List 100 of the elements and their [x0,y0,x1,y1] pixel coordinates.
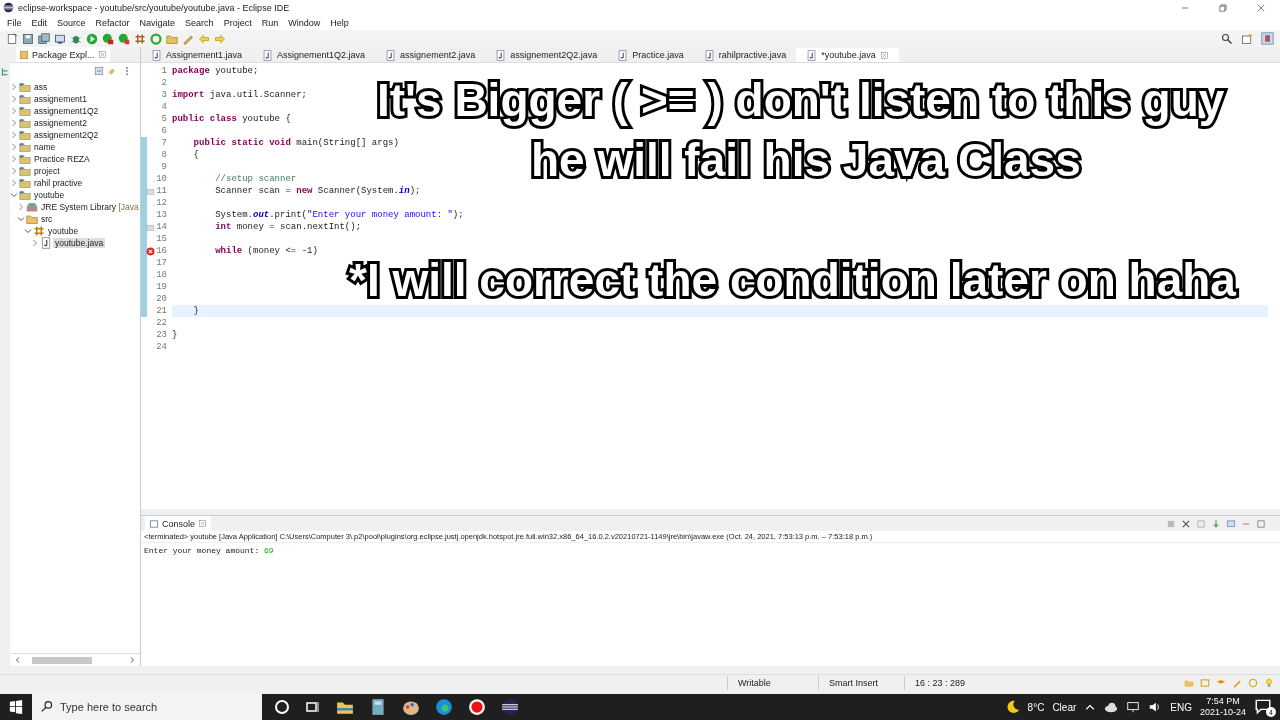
coverage-icon[interactable] [102,32,114,45]
scroll-left-icon[interactable] [14,656,22,664]
close-icon[interactable] [97,50,107,59]
menu-item[interactable]: Search [180,17,219,28]
status-field: Smart Insert [818,676,904,690]
project-folder-icon [19,177,31,189]
java-file-icon [262,49,274,61]
project-folder-icon [19,93,31,105]
network-icon[interactable] [1126,700,1141,714]
arrow-left-icon[interactable] [198,32,210,45]
project-folder-icon [19,141,31,153]
task-view-icon[interactable] [305,699,321,715]
editor-tab[interactable]: Assignement1Q2.java [252,48,376,62]
menu-item[interactable]: Help [325,17,354,28]
menu-item[interactable]: Window [283,17,326,28]
code-line: import java.util.Scanner; [172,90,308,100]
scroll-right-icon[interactable] [128,656,136,664]
editor-tab[interactable]: Practice.java [607,48,694,62]
pencil-icon[interactable] [1232,678,1242,688]
restore-icon[interactable] [1218,2,1228,13]
clock-date[interactable]: 2021-10-24 [1199,707,1246,718]
menu-item[interactable]: Run [256,17,284,28]
tree-item[interactable]: Practice REZA [32,154,92,164]
temperature[interactable]: 8°C [1027,701,1045,713]
moon-icon[interactable] [1005,700,1020,714]
tree-item[interactable]: assignement1Q2 [32,106,101,116]
search-field[interactable]: Type here to search [32,694,262,720]
menu-item[interactable]: File [2,17,27,28]
menu-item[interactable]: Project [218,17,257,28]
tree-item[interactable]: project [32,166,62,176]
line-number: 7 [161,138,167,148]
pin-icon[interactable] [1211,518,1221,529]
stop-icon[interactable] [1166,518,1176,529]
collapse-all-icon[interactable] [94,66,104,76]
code-line: while (money <= -1) [214,246,318,256]
menu-item[interactable]: Refactor [90,17,135,28]
tree-item[interactable]: youtube [46,226,81,236]
circle-icon[interactable] [274,699,290,715]
calculator-icon[interactable] [369,698,387,716]
editor-tab[interactable]: assignement2.java [375,48,486,62]
windows-logo-icon[interactable] [9,700,23,714]
notification-icon[interactable] [1254,697,1272,715]
line-number: 10 [156,174,167,184]
record-icon[interactable] [468,698,486,716]
save-all-icon[interactable] [38,32,50,45]
search-icon[interactable] [1221,32,1233,45]
tree-item[interactable]: name [32,142,58,152]
close-icon[interactable] [1256,2,1266,13]
editor-tab[interactable]: *youtube.java [796,48,899,62]
clock-time[interactable]: 7:54 PM [1206,696,1240,707]
video-caption: he will fail his Java Class [531,133,1081,187]
palette-icon[interactable] [402,698,420,716]
editor-tab[interactable]: rahilpractive.java [693,48,797,62]
maximize-icon[interactable] [1256,518,1266,529]
project-folder-icon [19,117,31,129]
external-run-icon[interactable] [118,32,130,45]
tree-item[interactable]: ass [32,82,50,92]
line-number: 14 [156,222,167,232]
language-indicator[interactable]: ENG [1170,701,1192,713]
arrow-right-icon[interactable] [214,32,226,45]
line-number: 23 [156,330,167,340]
java-file-icon [703,49,715,61]
bulb-icon[interactable] [1264,678,1274,688]
weather[interactable]: Clear [1052,701,1077,713]
terminal-icon[interactable] [54,32,66,45]
tree-item[interactable]: assignement2Q2 [32,130,101,140]
scrollbar-thumb[interactable] [32,656,92,664]
tree-item[interactable]: youtube [32,190,67,200]
browser-icon[interactable] [435,698,453,716]
code-line: package youtube; [172,66,259,76]
line-number: 20 [156,294,167,304]
code-line: public class youtube { [172,114,291,124]
play-icon[interactable] [86,32,98,45]
refresh-icon[interactable] [150,32,162,45]
menu-item[interactable]: Navigate [134,17,181,28]
editor-tab[interactable]: assignement2Q2.java [485,48,608,62]
hierarchy-icon[interactable] [0,67,10,77]
close-icon[interactable] [879,50,889,60]
tree-item[interactable]: rahil practive [32,178,85,188]
tree-item[interactable]: JRE System Library [Java [39,202,140,212]
java-perspective-icon[interactable] [1261,32,1274,45]
code-line: Scanner scan = new Scanner(System.in); [214,186,421,196]
cloud-icon[interactable] [1104,700,1119,714]
source-folder-icon [26,213,38,225]
tree-item[interactable]: assignement1 [32,94,89,104]
new-file-icon[interactable] [6,32,18,45]
tree-item[interactable]: assignement2 [32,118,89,128]
display-icon[interactable] [1226,518,1236,529]
tree-item[interactable]: src [39,214,55,224]
open-perspective-icon[interactable] [1241,32,1253,45]
save-icon[interactable] [22,32,34,45]
eclipse-app-icon[interactable] [501,698,519,716]
package-icon [33,225,45,237]
tree-item[interactable]: youtube.java [53,238,106,248]
close-icon[interactable] [198,519,208,528]
editor-tab[interactable]: Assignement1.java [141,48,253,62]
grid-icon[interactable] [134,32,146,45]
remove-icon[interactable] [1181,518,1191,529]
menu-item[interactable]: Source [52,17,91,28]
menu-item[interactable]: Edit [26,17,53,28]
